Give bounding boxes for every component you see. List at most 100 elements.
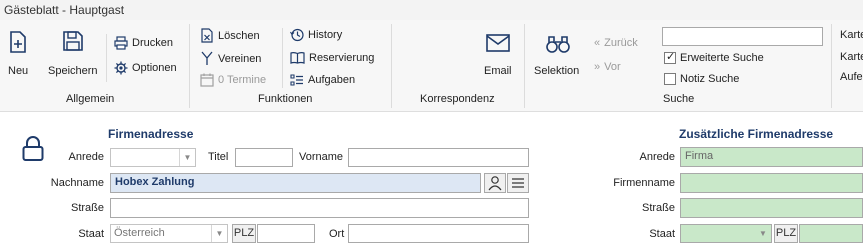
- selection-button[interactable]: Selektion: [532, 32, 584, 80]
- merge-icon: [200, 51, 214, 66]
- staat-value: Österreich: [114, 227, 165, 239]
- nachname-label: Nachname: [50, 177, 104, 189]
- note-search-checkbox[interactable]: Notiz Suche: [664, 73, 739, 85]
- task-list-icon: [290, 73, 304, 87]
- double-chevron-right-icon: »: [594, 61, 601, 73]
- binoculars-icon: [546, 34, 570, 54]
- book-icon: [290, 51, 305, 64]
- merge-button[interactable]: Vereinen: [200, 51, 261, 66]
- forward-button[interactable]: » Vor: [594, 61, 621, 73]
- note-search-check-icon: [664, 73, 676, 85]
- chevron-down-icon: ▼: [759, 229, 767, 238]
- print-label: Drucken: [132, 37, 173, 49]
- zusatz-anrede-input[interactable]: Firma: [680, 147, 863, 167]
- section-title-firmenadresse: Firmenadresse: [108, 127, 194, 141]
- new-button[interactable]: Neu: [4, 30, 36, 80]
- anrede-select[interactable]: ▼: [110, 148, 196, 167]
- chevron-down-icon: ▼: [211, 225, 227, 242]
- zusatz-anrede-label: Anrede: [639, 151, 675, 163]
- zusatz-staat-select[interactable]: ▼: [680, 224, 772, 243]
- back-button[interactable]: « Zurück: [594, 37, 638, 49]
- plz-button[interactable]: PLZ: [232, 224, 256, 243]
- zusatz-plz-button[interactable]: PLZ: [774, 224, 798, 243]
- hamburger-icon: [512, 178, 524, 188]
- group-label-allgemein: Allgemein: [66, 93, 115, 105]
- group-separator: [189, 24, 190, 108]
- ort-label: Ort: [329, 228, 345, 240]
- new-label: Neu: [8, 65, 29, 77]
- separator: [282, 28, 283, 88]
- tasks-button[interactable]: Aufgaben: [290, 73, 355, 87]
- group-label-suche: Suche: [663, 93, 695, 105]
- anrede-label: Anrede: [68, 151, 104, 163]
- zusatz-strasse-input[interactable]: [680, 198, 863, 218]
- save-button[interactable]: Speichern: [46, 30, 102, 80]
- options-button[interactable]: Optionen: [114, 61, 177, 75]
- person-icon: [488, 176, 502, 191]
- overflow-item-3[interactable]: Aufe: [840, 71, 863, 83]
- zusatz-staat-label: Staat: [649, 228, 675, 240]
- strasse-label: Straße: [70, 202, 104, 214]
- ort-input[interactable]: [348, 224, 529, 243]
- double-chevron-left-icon: «: [594, 37, 601, 49]
- staat-label: Staat: [78, 228, 104, 240]
- group-separator: [524, 24, 525, 108]
- group-label-korrespondenz: Korrespondenz: [420, 93, 495, 105]
- overflow-item-1[interactable]: Karte: [840, 29, 863, 41]
- email-button[interactable]: Email: [480, 32, 516, 80]
- reservation-button[interactable]: Reservierung: [290, 51, 374, 64]
- appointments-button[interactable]: 0 Termine: [200, 73, 266, 87]
- staat-select[interactable]: Österreich ▼: [110, 224, 228, 243]
- group-separator: [831, 24, 832, 108]
- envelope-icon: [486, 34, 510, 52]
- history-button[interactable]: History: [290, 28, 342, 42]
- titel-input[interactable]: [235, 148, 293, 167]
- appointments-label: 0 Termine: [218, 74, 267, 86]
- save-icon: [62, 30, 84, 52]
- delete-document-icon: [200, 28, 214, 43]
- gear-icon: [114, 61, 128, 75]
- back-label: Zurück: [604, 37, 638, 49]
- tasks-label: Aufgaben: [308, 74, 356, 86]
- reservation-label: Reservierung: [309, 51, 375, 64]
- extended-search-checkbox[interactable]: Erweiterte Suche: [664, 50, 764, 64]
- new-document-icon: [8, 30, 30, 54]
- menu-button[interactable]: [507, 173, 529, 193]
- firmenname-input[interactable]: [680, 173, 863, 193]
- title-bar: Gästeblatt - Hauptgast: [0, 0, 863, 20]
- separator: [106, 34, 107, 82]
- printer-icon: [114, 36, 128, 50]
- history-icon: [290, 28, 304, 42]
- strasse-input[interactable]: [110, 198, 529, 218]
- save-label: Speichern: [48, 65, 98, 77]
- forward-label: Vor: [604, 61, 621, 73]
- merge-label: Vereinen: [218, 52, 262, 65]
- selection-label: Selektion: [534, 65, 580, 77]
- calendar-icon: [200, 73, 214, 87]
- window-title: Gästeblatt - Hauptgast: [4, 3, 125, 17]
- history-label: History: [308, 29, 343, 41]
- person-lookup-button[interactable]: [484, 173, 506, 193]
- extended-search-check-icon: [664, 50, 676, 64]
- search-input[interactable]: [662, 27, 823, 46]
- section-title-zusaetzliche: Zusätzliche Firmenadresse: [679, 127, 834, 141]
- group-separator: [391, 24, 392, 108]
- chevron-down-icon: ▼: [179, 149, 195, 166]
- overflow-item-2[interactable]: Karte: [840, 51, 863, 63]
- zusatz-strasse-label: Straße: [641, 202, 675, 214]
- extended-search-label: Erweiterte Suche: [680, 52, 764, 64]
- firmenname-label: Firmenname: [613, 177, 675, 189]
- nachname-input[interactable]: Hobex Zahlung: [110, 173, 481, 193]
- ribbon: Neu Speichern Drucken Optionen Allgemein…: [0, 20, 863, 112]
- note-search-label: Notiz Suche: [680, 73, 740, 85]
- delete-label: Löschen: [218, 29, 260, 42]
- delete-button[interactable]: Löschen: [200, 28, 260, 43]
- vorname-input[interactable]: [348, 148, 529, 167]
- vorname-label: Vorname: [299, 151, 344, 163]
- print-button[interactable]: Drucken: [114, 36, 173, 50]
- group-label-funktionen: Funktionen: [258, 93, 313, 105]
- email-label: Email: [484, 65, 512, 77]
- titel-label: Titel: [208, 151, 229, 163]
- plz-input[interactable]: [257, 224, 315, 243]
- zusatz-plz-input[interactable]: [799, 224, 863, 243]
